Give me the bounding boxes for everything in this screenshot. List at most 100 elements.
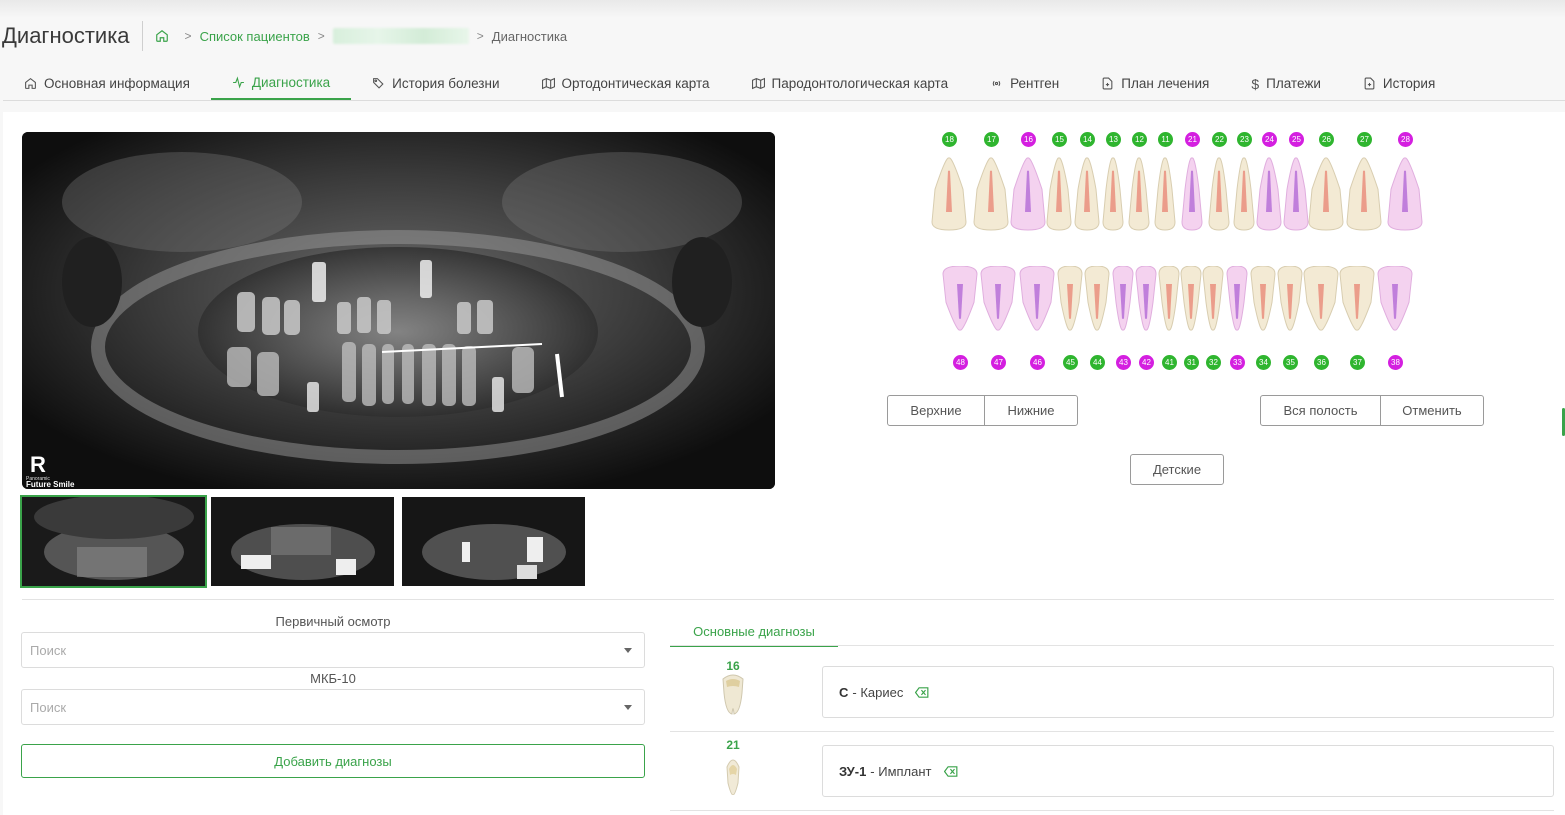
tooth-number-badge[interactable]: 25: [1289, 132, 1304, 147]
tooth-number-badge[interactable]: 26: [1319, 132, 1334, 147]
primary-exam-select[interactable]: Поиск: [21, 632, 645, 668]
breadcrumb-patients-link[interactable]: Список пациентов: [200, 29, 310, 44]
tooth-number-badge[interactable]: 15: [1052, 132, 1067, 147]
tooth[interactable]: [1208, 157, 1230, 231]
tooth-number-badge[interactable]: 13: [1106, 132, 1121, 147]
tooth-number-badge[interactable]: 48: [953, 355, 968, 370]
row-divider: [670, 810, 1554, 811]
tab-history[interactable]: История болезни: [351, 67, 520, 100]
xray-thumbnail[interactable]: [402, 497, 585, 586]
tooth[interactable]: [1226, 266, 1248, 331]
tooth-number-badge[interactable]: 23: [1237, 132, 1252, 147]
tooth[interactable]: [1346, 157, 1382, 231]
upper-teeth-image[interactable]: [925, 156, 1435, 233]
tab-ortho-chart[interactable]: Ортодонтическая карта: [521, 67, 731, 100]
tooth-number-badge[interactable]: 22: [1212, 132, 1227, 147]
tooth[interactable]: [973, 157, 1009, 231]
tab-perio-chart[interactable]: Пародонтологическая карта: [731, 67, 970, 100]
full-mouth-button[interactable]: Вся полость: [1260, 395, 1381, 426]
kids-teeth-button[interactable]: Детские: [1130, 454, 1224, 485]
tooth[interactable]: [1010, 157, 1046, 231]
tooth[interactable]: [1135, 266, 1157, 331]
tooth[interactable]: [1158, 266, 1180, 331]
tab-treatment-plan[interactable]: План лечения: [1080, 67, 1230, 100]
tooth[interactable]: [1377, 266, 1413, 331]
tooth-number-badge[interactable]: 37: [1350, 355, 1365, 370]
tooth[interactable]: [1202, 266, 1224, 331]
tooth-number-badge[interactable]: 16: [1021, 132, 1036, 147]
tab-diagnostics[interactable]: Диагностика: [210, 67, 352, 100]
tooth[interactable]: [1057, 266, 1083, 331]
add-diagnoses-button[interactable]: Добавить диагнозы: [21, 744, 645, 778]
tooth[interactable]: [1154, 157, 1176, 231]
tab-label: История болезни: [392, 76, 500, 91]
tooth-number-badge[interactable]: 47: [991, 355, 1006, 370]
tooth-number-badge[interactable]: 34: [1256, 355, 1271, 370]
lower-jaw-button[interactable]: Нижние: [984, 395, 1078, 426]
tooth[interactable]: [942, 266, 978, 331]
tooth[interactable]: [1180, 266, 1202, 331]
tooth-number-badge[interactable]: 41: [1162, 355, 1177, 370]
tab-main-info[interactable]: Основная информация: [3, 67, 211, 100]
tooth[interactable]: [1046, 157, 1072, 231]
tooth-number-badge[interactable]: 32: [1206, 355, 1221, 370]
tooth-number-badge[interactable]: 38: [1388, 355, 1403, 370]
tooth-number-badge[interactable]: 43: [1116, 355, 1131, 370]
tooth[interactable]: [1102, 157, 1124, 231]
lower-teeth-image[interactable]: [941, 266, 1421, 336]
xray-main-image[interactable]: R Panoramic Future Smile: [22, 132, 775, 489]
tooth-number-badge[interactable]: 27: [1357, 132, 1372, 147]
tab-payments[interactable]: $ Платежи: [1230, 67, 1342, 100]
tooth[interactable]: [1084, 266, 1110, 331]
tooth-number-badge[interactable]: 28: [1398, 132, 1413, 147]
tooth[interactable]: [1256, 157, 1282, 231]
radio-icon: [992, 80, 1001, 87]
breadcrumb-separator: >: [317, 29, 325, 43]
tab-main-diagnoses[interactable]: Основные диагнозы: [670, 618, 838, 647]
tooth-number-badge[interactable]: 46: [1030, 355, 1045, 370]
upper-jaw-button[interactable]: Верхние: [887, 395, 985, 426]
tooth[interactable]: [1283, 157, 1309, 231]
tooth[interactable]: [1387, 157, 1423, 231]
tooth-number-badge[interactable]: 44: [1090, 355, 1105, 370]
tooth[interactable]: [1339, 266, 1375, 331]
xray-thumbnail[interactable]: [20, 495, 207, 588]
tooth-number-badge[interactable]: 14: [1080, 132, 1095, 147]
tooth[interactable]: [1303, 266, 1339, 331]
tooth-number-badge[interactable]: 31: [1184, 355, 1199, 370]
tooth-number-badge[interactable]: 42: [1139, 355, 1154, 370]
tooth-number-badge[interactable]: 21: [1185, 132, 1200, 147]
tooth-icon: [726, 759, 740, 795]
tooth-number-badge[interactable]: 17: [984, 132, 999, 147]
tooth[interactable]: [1308, 157, 1344, 231]
tooth-number-badge[interactable]: 12: [1132, 132, 1147, 147]
tooth[interactable]: [931, 157, 967, 231]
tooth[interactable]: [1233, 157, 1255, 231]
xray-thumbnail[interactable]: [211, 497, 394, 586]
tooth[interactable]: [1250, 266, 1276, 331]
tooth-number-badge[interactable]: 11: [1158, 132, 1173, 147]
file-plus-icon: [1102, 77, 1113, 90]
cancel-button[interactable]: Отменить: [1380, 395, 1484, 426]
tooth-number-badge[interactable]: 36: [1314, 355, 1329, 370]
breadcrumb-patient-name-redacted[interactable]: [332, 28, 469, 44]
home-icon[interactable]: [155, 29, 169, 43]
tooth[interactable]: [1128, 157, 1150, 231]
tooth[interactable]: [1074, 157, 1100, 231]
tooth[interactable]: [1019, 266, 1055, 331]
icd10-select[interactable]: Поиск: [21, 689, 645, 725]
delete-icon[interactable]: [943, 765, 958, 777]
tab-log[interactable]: История: [1342, 67, 1456, 100]
tab-xray[interactable]: Рентген: [969, 67, 1080, 100]
tooth-number-badge[interactable]: 35: [1283, 355, 1298, 370]
delete-icon[interactable]: [915, 686, 929, 698]
top-shadow-bar: [0, 0, 1565, 18]
tooth-number-badge[interactable]: 18: [942, 132, 957, 147]
tooth[interactable]: [1277, 266, 1303, 331]
tooth-number-badge[interactable]: 45: [1063, 355, 1078, 370]
tooth[interactable]: [980, 266, 1016, 331]
tooth-number-badge[interactable]: 33: [1230, 355, 1245, 370]
tooth[interactable]: [1112, 266, 1134, 331]
tooth[interactable]: [1181, 157, 1203, 231]
tooth-number-badge[interactable]: 24: [1262, 132, 1277, 147]
